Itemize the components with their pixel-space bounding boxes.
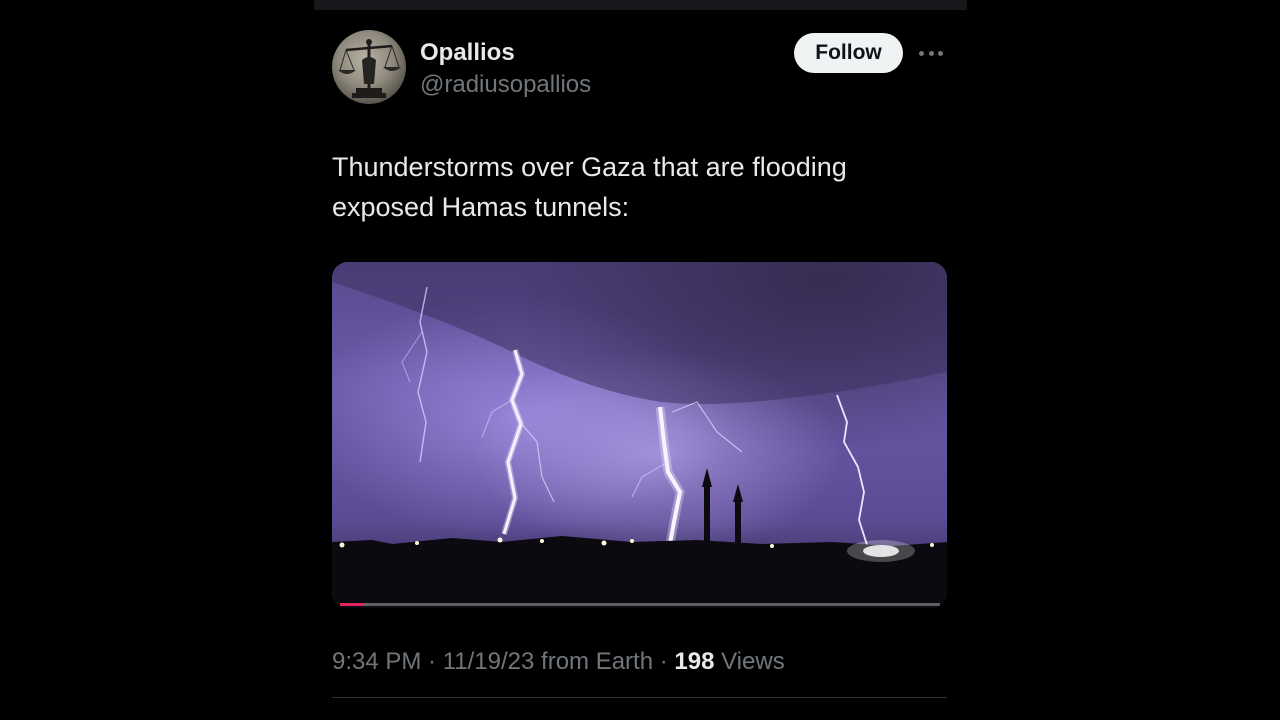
divider bbox=[332, 697, 947, 698]
avatar[interactable] bbox=[332, 30, 406, 104]
tweet-video[interactable] bbox=[332, 262, 947, 608]
scales-of-justice-icon bbox=[338, 39, 401, 98]
more-dot bbox=[919, 50, 924, 56]
follow-button[interactable]: Follow bbox=[794, 33, 903, 73]
views-label: Views bbox=[721, 648, 785, 675]
views-count: 198 bbox=[674, 648, 715, 675]
video-progress-fill bbox=[340, 603, 364, 606]
previous-post-edge bbox=[314, 0, 967, 10]
lightning-storm-image bbox=[332, 262, 947, 608]
video-progress-track[interactable] bbox=[340, 603, 940, 606]
author-handle[interactable]: @radiusopallios bbox=[420, 71, 591, 99]
more-dot bbox=[938, 50, 943, 56]
tweet-text: Thunderstorms over Gaza that are floodin… bbox=[332, 152, 847, 222]
more-horizontal-icon[interactable] bbox=[919, 41, 943, 65]
author-name[interactable]: Opallios bbox=[420, 39, 515, 67]
tweet-date[interactable]: 11/19/23 bbox=[443, 648, 535, 675]
tweet-source: from Earth bbox=[541, 648, 654, 675]
more-dot bbox=[928, 50, 934, 56]
tweet-time[interactable]: 9:34 PM bbox=[332, 648, 421, 675]
tweet-meta: 9:34 PM · 11/19/23 from Earth · 198 View… bbox=[332, 648, 785, 675]
tweet-header: Opallios @radiusopallios Follow bbox=[332, 30, 947, 106]
tweet-card[interactable]: Opallios @radiusopallios Follow Thunders… bbox=[332, 30, 947, 698]
